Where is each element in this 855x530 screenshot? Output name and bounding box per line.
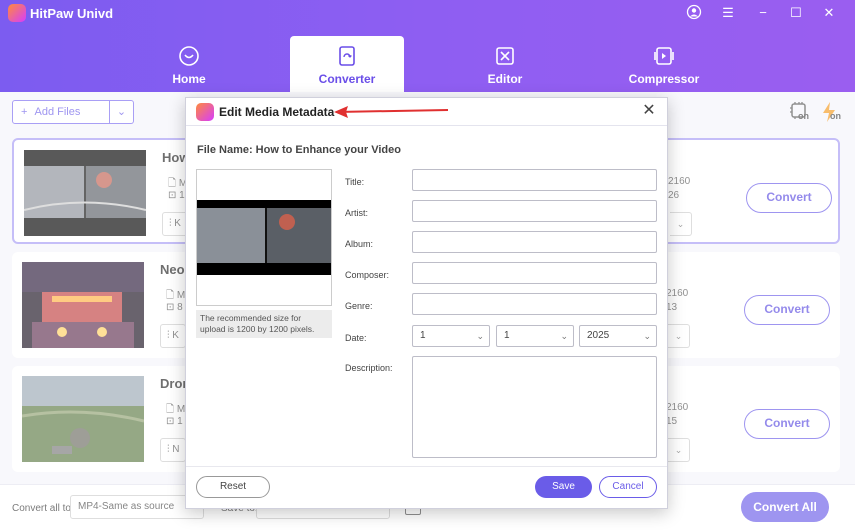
tab-home[interactable]: Home — [132, 36, 246, 92]
description-textarea[interactable] — [412, 356, 657, 458]
chevron-down-icon: ⌄ — [476, 331, 484, 341]
cover-image-preview[interactable] — [196, 169, 332, 306]
app-title: HitPaw Univd — [30, 6, 114, 21]
tab-compressor-label: Compressor — [628, 72, 700, 86]
tab-compressor[interactable]: Compressor — [607, 36, 721, 92]
close-window-icon[interactable]: ✕ — [818, 4, 840, 22]
title-input[interactable] — [412, 169, 657, 191]
description-label: Description: — [345, 363, 393, 373]
composer-input[interactable] — [412, 262, 657, 284]
tab-home-label: Home — [172, 72, 206, 86]
chevron-down-icon: ⌄ — [560, 331, 568, 341]
dialog-footer: Reset Save Cancel — [186, 466, 667, 508]
converter-icon — [339, 46, 355, 66]
reset-button[interactable]: Reset — [196, 476, 270, 498]
genre-label: Genre: — [345, 301, 373, 311]
date-year-select[interactable]: 2025 ⌄ — [579, 325, 657, 347]
account-icon[interactable] — [683, 4, 705, 22]
date-day-select[interactable]: 1 ⌄ — [412, 325, 490, 347]
preview-size-note: The recommended size for upload is 1200 … — [196, 310, 332, 338]
compressor-icon — [654, 47, 674, 65]
cancel-button[interactable]: Cancel — [599, 476, 657, 498]
album-label: Album: — [345, 239, 374, 249]
date-year-value: 2025 — [587, 330, 610, 341]
home-icon — [179, 46, 199, 66]
date-month-select[interactable]: 1 ⌄ — [496, 325, 574, 347]
date-month-value: 1 — [504, 330, 510, 341]
app-logo-icon — [8, 4, 26, 22]
editor-icon — [496, 47, 514, 65]
app-header: HitPaw Univd ☰ − ☐ ✕ Home Converter Edit… — [0, 0, 855, 92]
file-name-label: File Name: How to Enhance your Video — [197, 144, 401, 156]
tab-converter-label: Converter — [318, 72, 376, 86]
tab-editor-label: Editor — [487, 72, 523, 86]
menu-icon[interactable]: ☰ — [717, 4, 739, 22]
app-logo-icon — [196, 103, 214, 121]
dialog-header: Edit Media Metadata ✕ — [186, 98, 667, 126]
annotation-arrow-icon — [334, 106, 449, 118]
save-button[interactable]: Save — [535, 476, 592, 498]
artist-label: Artist: — [345, 208, 369, 218]
tab-editor[interactable]: Editor — [448, 36, 562, 92]
chevron-down-icon: ⌄ — [643, 331, 651, 341]
artist-input[interactable] — [412, 200, 657, 222]
close-icon[interactable]: ✕ — [640, 102, 658, 120]
date-day-value: 1 — [420, 330, 426, 341]
dialog-title: Edit Media Metadata — [219, 105, 335, 119]
minimize-icon[interactable]: − — [752, 4, 774, 22]
date-label: Date: — [345, 333, 367, 343]
genre-input[interactable] — [412, 293, 657, 315]
maximize-icon[interactable]: ☐ — [785, 4, 807, 22]
album-input[interactable] — [412, 231, 657, 253]
edit-metadata-dialog: Edit Media Metadata ✕ File Name: How to … — [185, 97, 668, 509]
tab-converter[interactable]: Converter — [290, 36, 404, 92]
composer-label: Composer: — [345, 270, 390, 280]
title-label: Title: — [345, 177, 365, 187]
